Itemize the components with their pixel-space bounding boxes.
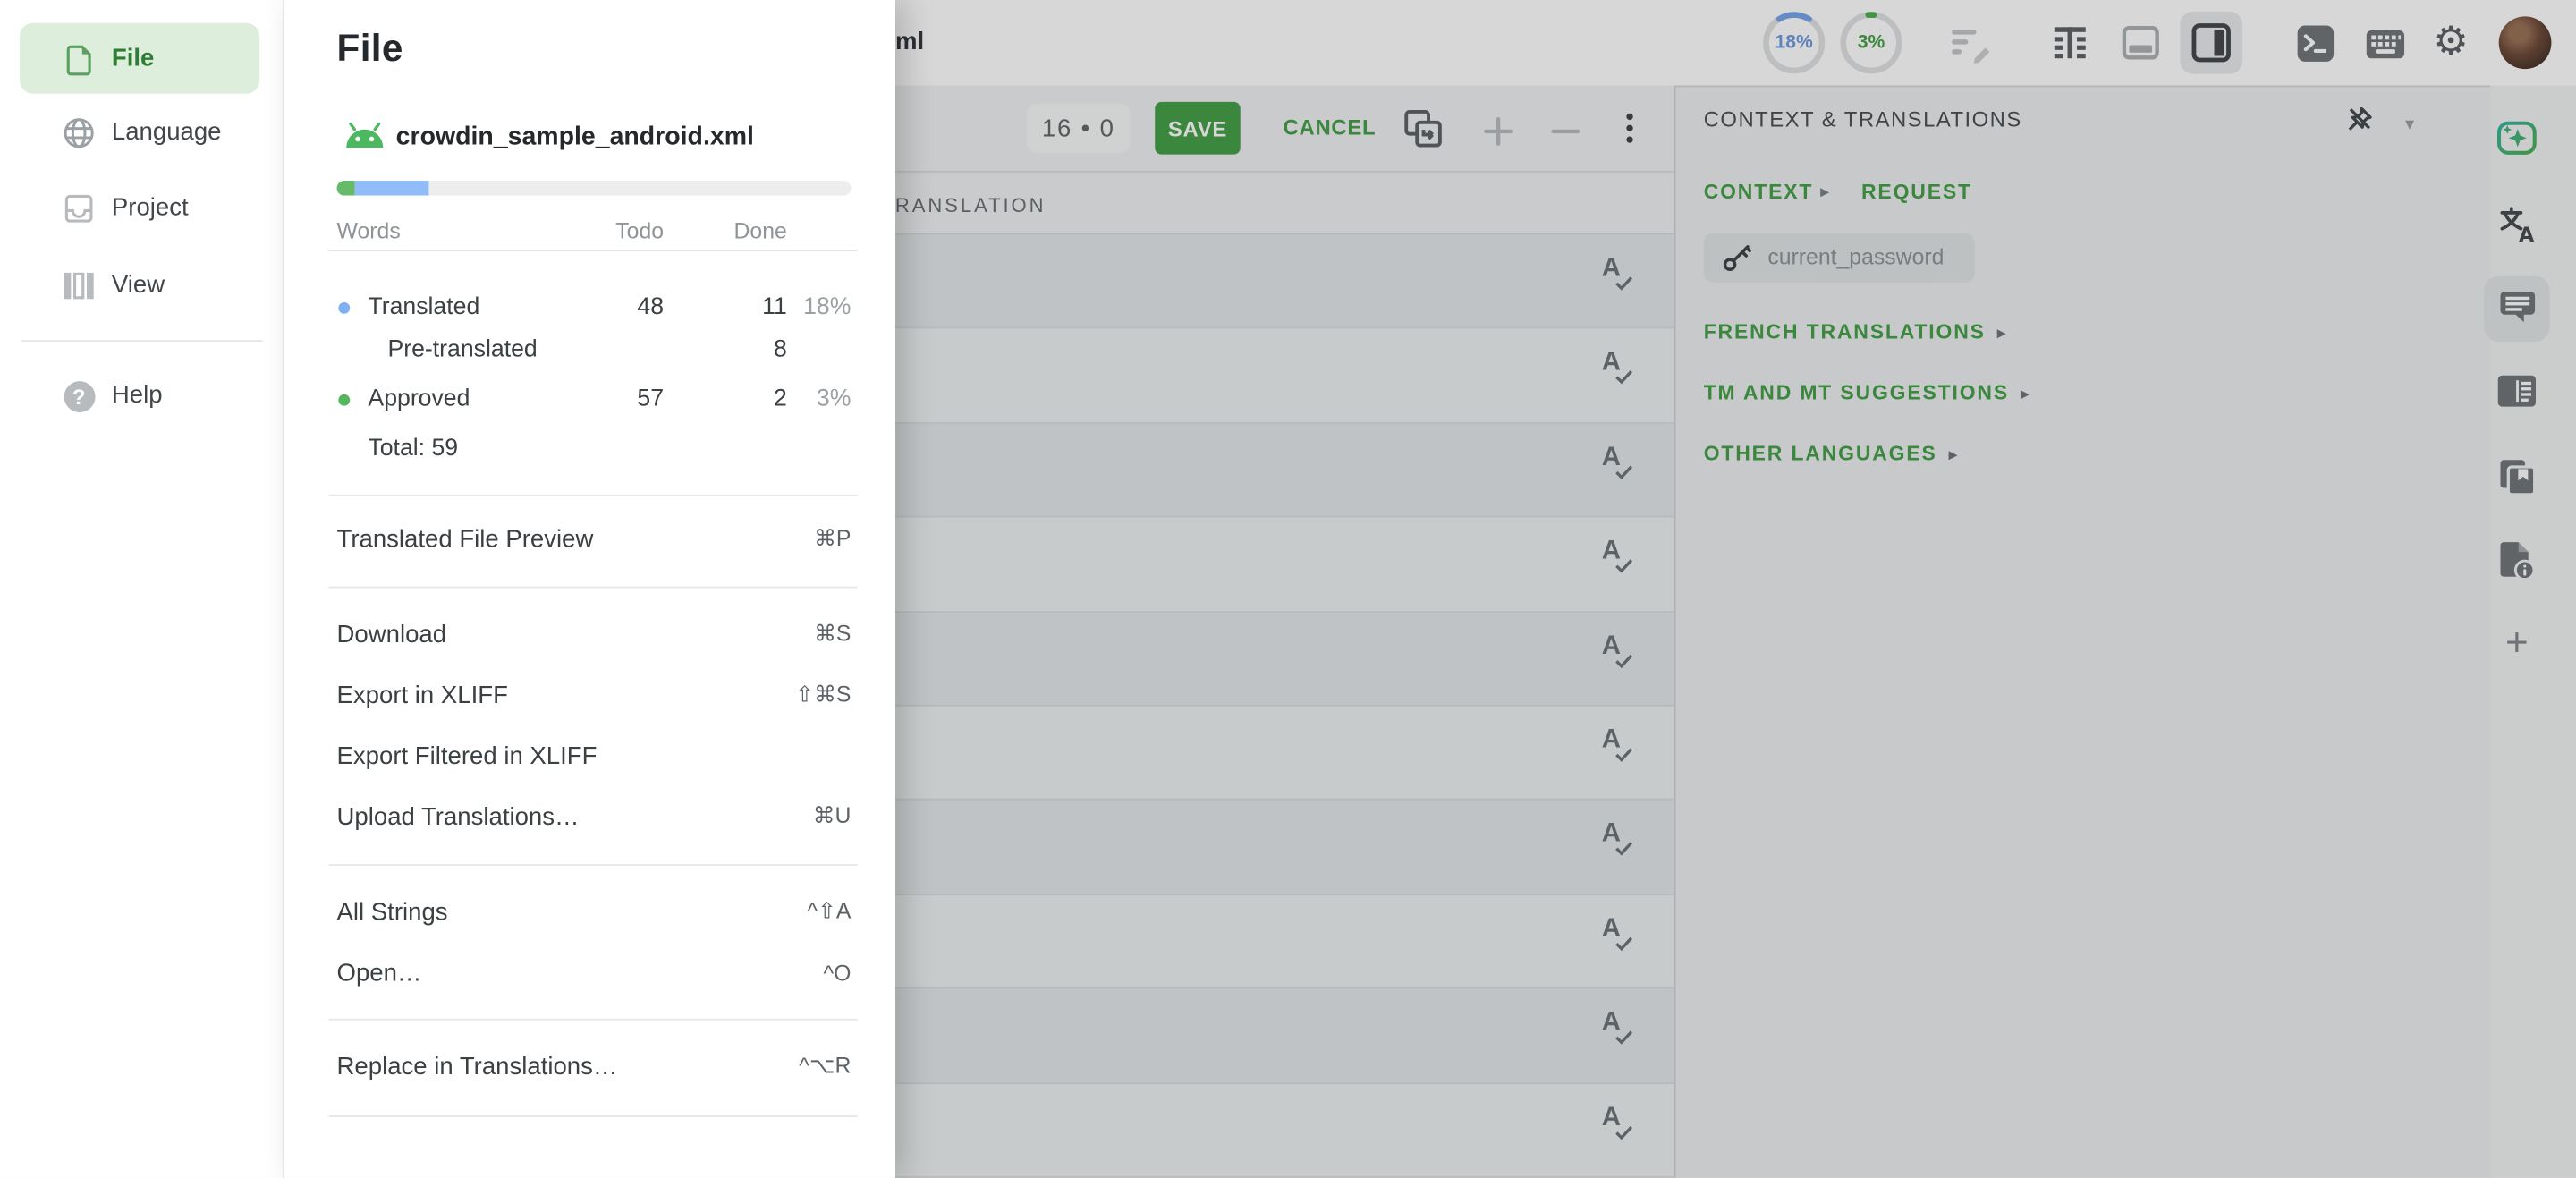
shortcut-hint: ^O: [823, 961, 851, 986]
sidebar-item-project[interactable]: Project: [0, 173, 284, 245]
shortcut-hint: ⌘P: [814, 526, 851, 552]
stats-row-label: Pre-translated: [387, 337, 537, 363]
stats-row-label: Approved: [368, 386, 470, 412]
help-question-icon: ?: [63, 379, 96, 412]
column-header-done: Done: [734, 218, 787, 243]
stats-row-label: Translated: [368, 294, 479, 320]
sidebar-item-view[interactable]: View: [0, 250, 284, 322]
menu-divider: [328, 1115, 857, 1117]
stats-todo-value: 48: [637, 294, 664, 320]
crowdin-editor-window: ml 18% 3%: [0, 0, 2576, 1178]
file-menu-panel: File crowdin_sample_android.xml Words To…: [284, 0, 895, 1178]
globe-icon: [63, 116, 96, 149]
sidebar-item-label: View: [112, 271, 165, 299]
sidebar-item-label: Help: [112, 381, 163, 409]
translated-progress-segment: [355, 181, 429, 196]
shortcut-hint: ⌘U: [813, 803, 852, 829]
stats-total: Total: 59: [368, 436, 458, 462]
menu-item-export-xliff[interactable]: Export in XLIFF ⇧⌘S: [337, 675, 852, 715]
sidebar-item-label: Project: [112, 194, 189, 222]
panel-title: File: [337, 26, 403, 71]
sidebar-item-language[interactable]: Language: [0, 97, 284, 169]
shortcut-hint: ^⌥R: [799, 1053, 851, 1079]
stats-done-value: 8: [774, 337, 787, 363]
sidebar-item-file[interactable]: File: [20, 23, 259, 94]
menu-item-upload-translations[interactable]: Upload Translations… ⌘U: [337, 797, 852, 836]
menu-item-replace-in-translations[interactable]: Replace in Translations… ^⌥R: [337, 1047, 852, 1086]
android-file-icon: [343, 122, 386, 157]
translated-dot: [338, 302, 350, 314]
stats-header-divider: [328, 250, 857, 251]
sidebar-item-label: File: [112, 45, 154, 72]
menu-divider: [328, 495, 857, 496]
current-file-name: crowdin_sample_android.xml: [396, 123, 754, 153]
main-menu-sidebar: File Language Project View ? Help: [0, 0, 284, 1178]
project-box-icon: [63, 192, 96, 225]
stats-done-percent: 3%: [817, 386, 852, 412]
menu-item-download[interactable]: Download ⌘S: [337, 614, 852, 654]
stats-todo-value: 57: [637, 386, 664, 412]
column-header-todo: Todo: [615, 218, 664, 243]
sidebar-item-help[interactable]: ? Help: [0, 360, 284, 432]
shortcut-hint: ⇧⌘S: [795, 682, 851, 708]
menu-divider: [328, 864, 857, 866]
file-icon: [63, 43, 96, 76]
shortcut-hint: ^⇧A: [807, 899, 851, 925]
menu-item-open[interactable]: Open… ^O: [337, 953, 852, 992]
sidebar-item-label: Language: [112, 118, 222, 146]
stats-done-value: 11: [762, 294, 787, 320]
columns-view-icon: [63, 269, 96, 302]
menu-item-export-filtered-xliff[interactable]: Export Filtered in XLIFF: [337, 736, 852, 775]
stats-done-percent: 18%: [803, 294, 851, 320]
approved-dot: [338, 394, 350, 406]
stats-done-value: 2: [774, 386, 787, 412]
approved-progress-segment: [337, 181, 355, 196]
menu-item-translated-file-preview[interactable]: Translated File Preview ⌘P: [337, 519, 852, 558]
column-header-words: Words: [337, 218, 401, 243]
shortcut-hint: ⌘S: [814, 621, 851, 647]
menu-divider: [328, 587, 857, 589]
menu-item-all-strings[interactable]: All Strings ^⇧A: [337, 892, 852, 931]
file-progress-bar: [337, 181, 852, 196]
sidebar-divider: [21, 340, 263, 342]
menu-divider: [328, 1019, 857, 1021]
